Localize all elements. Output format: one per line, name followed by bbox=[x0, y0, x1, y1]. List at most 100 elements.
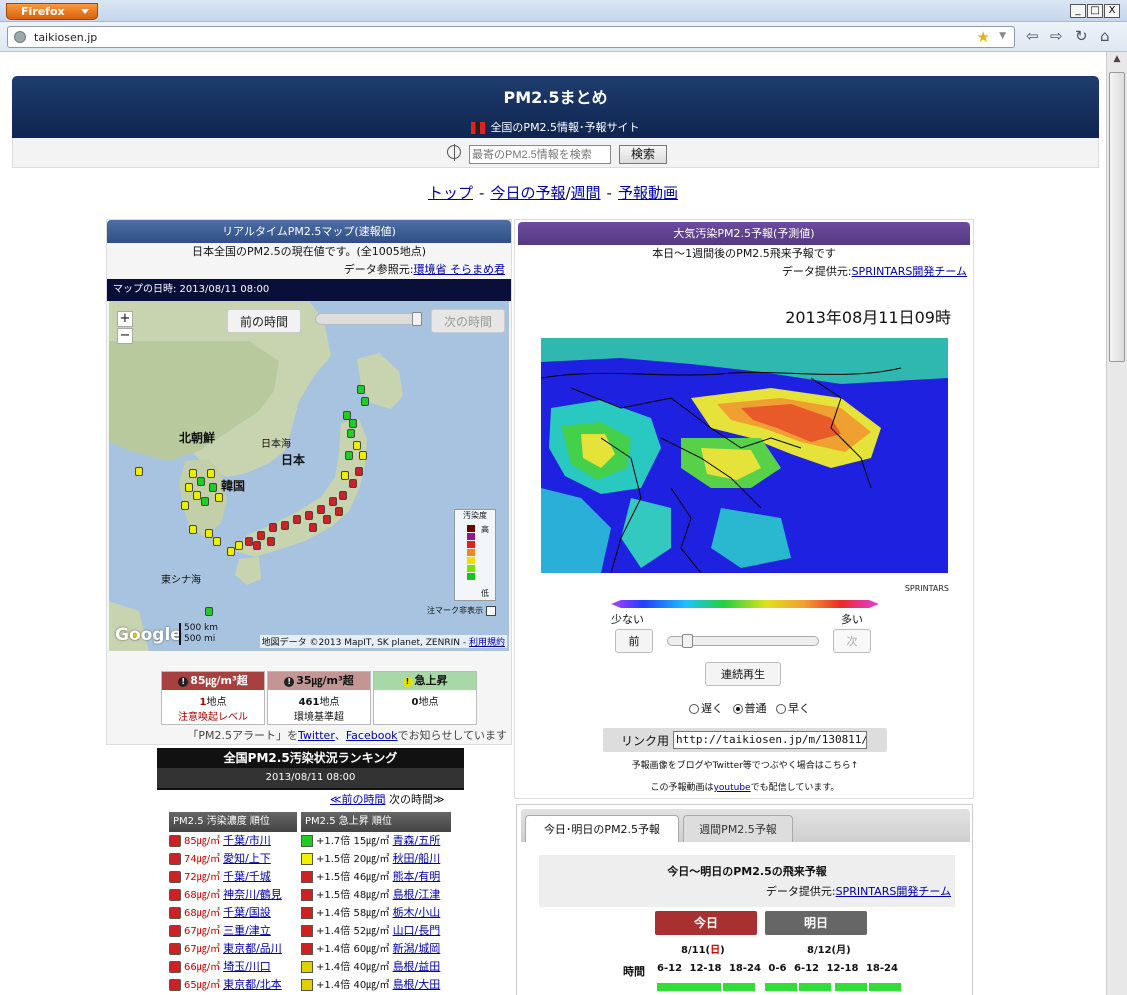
station-link[interactable]: 東京都/品川 bbox=[223, 942, 282, 955]
station-link[interactable]: 島根/大田 bbox=[393, 978, 441, 991]
twitter-link[interactable]: Twitter bbox=[298, 729, 335, 742]
speed-normal-label[interactable]: 普通 bbox=[745, 702, 767, 715]
history-dropdown-icon[interactable]: ▼ bbox=[999, 31, 1006, 41]
station-marker[interactable] bbox=[209, 483, 217, 492]
station-marker[interactable] bbox=[345, 451, 353, 460]
station-link[interactable]: 熊本/有明 bbox=[393, 870, 441, 883]
next-time-button[interactable]: 次の時間 bbox=[431, 309, 505, 333]
station-marker[interactable] bbox=[205, 607, 213, 616]
station-marker[interactable] bbox=[349, 479, 357, 488]
site-identity-icon[interactable] bbox=[14, 31, 26, 43]
station-marker[interactable] bbox=[343, 411, 351, 420]
nav-week-link[interactable]: 週間 bbox=[571, 184, 601, 202]
station-link[interactable]: 千葉/市川 bbox=[223, 834, 271, 847]
share-link-input[interactable]: http://taikiosen.jp/m/130811/12 bbox=[673, 731, 867, 749]
google-logo[interactable]: Google bbox=[115, 625, 182, 645]
forecast-next-button[interactable]: 次 bbox=[833, 629, 871, 653]
maximize-button[interactable]: □ bbox=[1087, 4, 1103, 18]
station-marker[interactable] bbox=[189, 525, 197, 534]
station-marker[interactable] bbox=[339, 491, 347, 500]
scrollbar-thumb[interactable] bbox=[1109, 72, 1125, 362]
station-marker[interactable] bbox=[347, 429, 355, 438]
speed-fast-radio[interactable] bbox=[776, 704, 786, 714]
facebook-link[interactable]: Facebook bbox=[346, 729, 398, 742]
map-time-slider[interactable] bbox=[315, 312, 422, 326]
station-marker[interactable] bbox=[257, 531, 265, 540]
station-link[interactable]: 島根/江津 bbox=[393, 888, 441, 901]
home-icon[interactable]: ⌂ bbox=[1100, 27, 1110, 45]
forward-icon[interactable]: ⇨ bbox=[1050, 27, 1063, 45]
station-link[interactable]: 新潟/城岡 bbox=[393, 942, 441, 955]
station-marker[interactable] bbox=[359, 451, 367, 460]
minimize-button[interactable]: _ bbox=[1070, 4, 1086, 18]
station-marker[interactable] bbox=[207, 469, 215, 478]
station-marker[interactable] bbox=[355, 467, 363, 476]
station-link[interactable]: 東京都/北本 bbox=[223, 978, 282, 991]
station-marker[interactable] bbox=[193, 491, 201, 500]
bookmark-star-icon[interactable]: ★ bbox=[977, 28, 990, 46]
forecast-time-slider[interactable] bbox=[667, 634, 819, 648]
station-link[interactable]: 栃木/小山 bbox=[393, 906, 441, 919]
firefox-menu-button[interactable]: Firefox bbox=[6, 3, 98, 20]
station-marker[interactable] bbox=[341, 471, 349, 480]
station-marker[interactable] bbox=[181, 501, 189, 510]
station-link[interactable]: 三重/津立 bbox=[223, 924, 271, 937]
scroll-up-icon[interactable]: ▲ bbox=[1109, 54, 1125, 70]
speed-slow-label[interactable]: 遅く bbox=[701, 702, 723, 715]
zoom-in-button[interactable]: + bbox=[117, 311, 133, 327]
station-marker[interactable] bbox=[317, 505, 325, 514]
station-marker[interactable] bbox=[309, 523, 317, 532]
soramame-link[interactable]: 環境省 そらまめ君 bbox=[414, 263, 506, 276]
station-marker[interactable] bbox=[269, 523, 277, 532]
youtube-link[interactable]: youtube bbox=[714, 783, 751, 793]
station-marker[interactable] bbox=[349, 419, 357, 428]
station-marker[interactable] bbox=[323, 515, 331, 524]
vertical-scrollbar[interactable]: ▲ bbox=[1106, 52, 1127, 995]
tab-today-tomorrow[interactable]: 今日･明日のPM2.5予報 bbox=[525, 815, 679, 842]
station-marker[interactable] bbox=[227, 547, 235, 556]
station-marker[interactable] bbox=[245, 537, 253, 546]
slider-handle[interactable] bbox=[682, 634, 693, 648]
ranking-next-text[interactable]: 次の時間≫ bbox=[389, 793, 445, 806]
station-marker[interactable] bbox=[189, 469, 197, 478]
station-marker[interactable] bbox=[335, 507, 343, 516]
sprintars-link[interactable]: SPRINTARS開発チーム bbox=[852, 265, 967, 278]
nav-top-link[interactable]: トップ bbox=[428, 184, 473, 202]
station-marker[interactable] bbox=[201, 497, 209, 506]
speed-fast-label[interactable]: 早く bbox=[788, 702, 810, 715]
station-link[interactable]: 青森/五所 bbox=[393, 834, 441, 847]
tomorrow-button[interactable]: 明日 bbox=[765, 911, 867, 935]
station-marker[interactable] bbox=[205, 529, 213, 538]
slider-handle[interactable] bbox=[412, 312, 422, 326]
station-marker[interactable] bbox=[361, 397, 369, 406]
stat-box-35[interactable]: ! 35㎍/m³超 461地点 環境基準超 bbox=[267, 671, 371, 725]
station-marker[interactable] bbox=[305, 511, 313, 520]
ranking-prev-link[interactable]: ≪前の時間 bbox=[330, 793, 386, 806]
today-button[interactable]: 今日 bbox=[655, 911, 757, 935]
continuous-play-button[interactable]: 連続再生 bbox=[705, 662, 781, 686]
station-link[interactable]: 埼玉/川口 bbox=[223, 960, 271, 973]
station-marker[interactable] bbox=[329, 497, 337, 506]
forecast-prev-button[interactable]: 前 bbox=[615, 629, 653, 653]
stat-box-85[interactable]: ! 85㎍/m³超 1地点 注意喚起レベル bbox=[161, 671, 265, 725]
back-icon[interactable]: ⇦ bbox=[1026, 27, 1039, 45]
prev-time-button[interactable]: 前の時間 bbox=[227, 309, 301, 333]
station-marker[interactable] bbox=[353, 441, 361, 450]
station-marker[interactable] bbox=[213, 537, 221, 546]
station-marker[interactable] bbox=[267, 537, 275, 546]
hide-marks-toggle[interactable]: 注マーク非表示 bbox=[427, 605, 496, 616]
terms-link[interactable]: 利用規約 bbox=[469, 638, 505, 648]
sprintars-link[interactable]: SPRINTARS開発チーム bbox=[836, 885, 951, 898]
search-input[interactable] bbox=[469, 145, 611, 164]
station-marker[interactable] bbox=[253, 541, 261, 550]
nav-video-link[interactable]: 予報動画 bbox=[618, 184, 678, 202]
speed-normal-radio[interactable] bbox=[732, 704, 743, 714]
stat-box-rising[interactable]: ! 急上昇 0地点 bbox=[373, 671, 477, 725]
station-link[interactable]: 千葉/国設 bbox=[223, 906, 271, 919]
search-button[interactable]: 検索 bbox=[619, 145, 667, 164]
speed-slow-radio[interactable] bbox=[689, 704, 699, 714]
site-title[interactable]: PM2.5まとめ bbox=[12, 84, 1099, 108]
nav-today-forecast-link[interactable]: 今日の予報 bbox=[490, 184, 565, 202]
station-marker[interactable] bbox=[281, 521, 289, 530]
hide-marks-checkbox[interactable] bbox=[486, 605, 496, 616]
